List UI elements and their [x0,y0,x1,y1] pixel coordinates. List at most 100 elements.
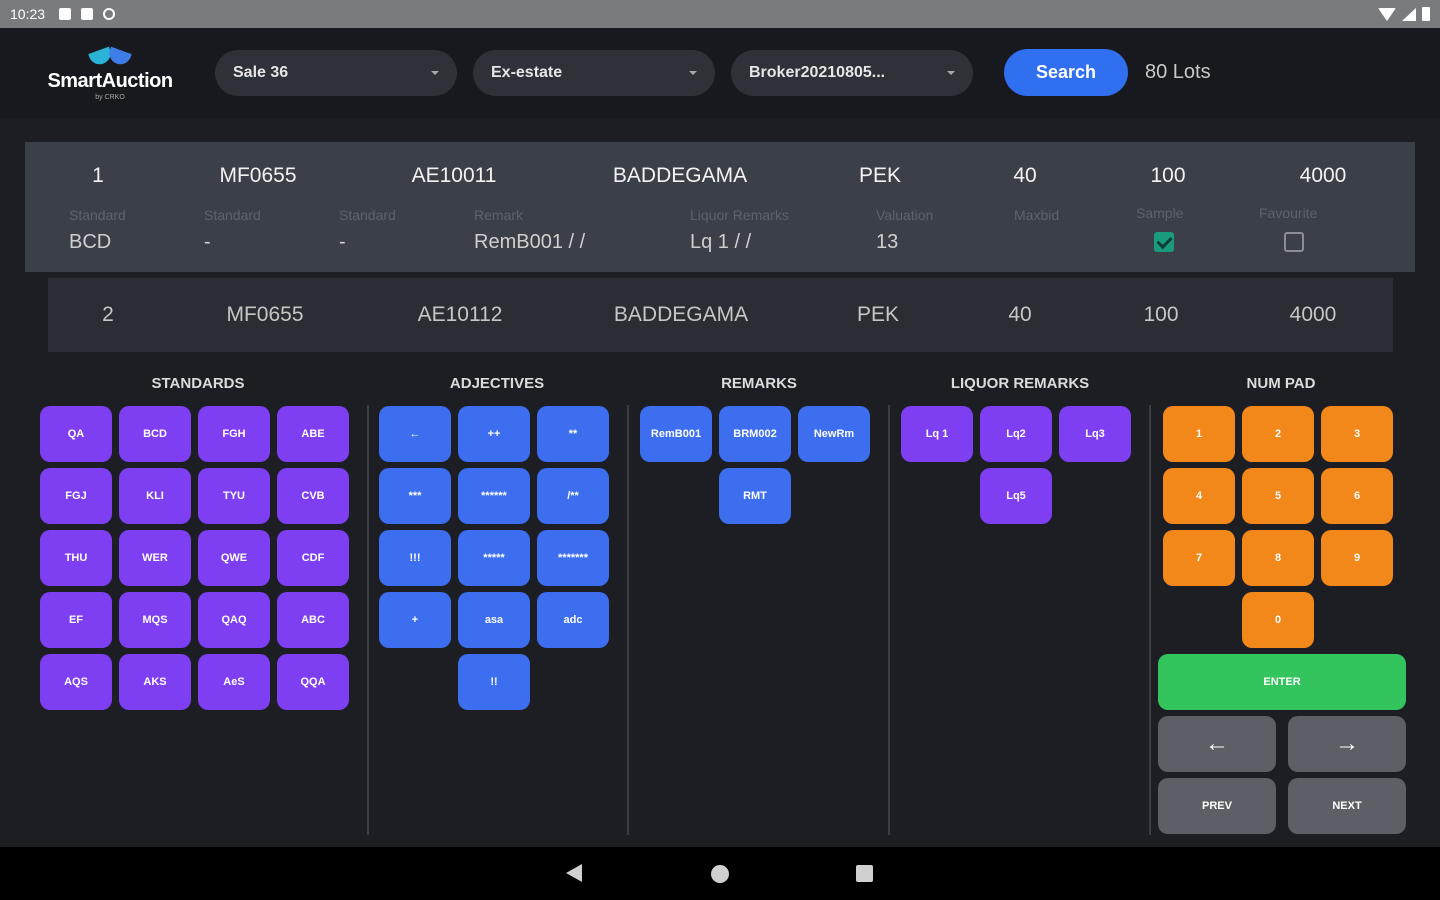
liquor-key[interactable]: Lq5 [980,468,1052,524]
adjective-key-backspace[interactable]: ← [379,406,451,462]
value-standard-3[interactable]: - [339,231,346,254]
standard-key[interactable]: ABE [277,406,349,462]
broker-select[interactable]: Broker20210805... [731,50,973,96]
wifi-icon [1378,7,1396,21]
chevron-down-icon [947,71,955,75]
battery-icon [1422,7,1430,21]
liquor-remarks-title: LIQUOR REMARKS [950,375,1090,392]
standard-key[interactable]: BCD [119,406,191,462]
logo-subtitle: by CRKO [95,93,125,101]
adjective-key[interactable]: ****** [458,468,530,524]
lot-grade: PEK [858,164,902,187]
value-valuation[interactable]: 13 [876,231,898,254]
numpad-key-3[interactable]: 3 [1321,406,1393,462]
adjective-key[interactable]: ******* [537,530,609,586]
label-maxbid: Maxbid [1014,207,1060,223]
numpad-key-8[interactable]: 8 [1242,530,1314,586]
numpad-key-5[interactable]: 5 [1242,468,1314,524]
recents-icon[interactable] [856,865,873,882]
lot-number: 1 [92,164,104,187]
remarks-title: REMARKS [721,375,797,392]
numpad-key-7[interactable]: 7 [1163,530,1235,586]
prev-button[interactable]: PREV [1158,778,1276,834]
adjective-key[interactable]: /** [537,468,609,524]
standard-key[interactable]: AQS [40,654,112,710]
lot-row-selected[interactable]: 1 MF0655 AE10011 BADDEGAMA PEK 40 100 40… [25,142,1415,272]
standard-key[interactable]: EF [40,592,112,648]
liquor-key[interactable]: Lq3 [1059,406,1131,462]
label-liquor-remarks: Liquor Remarks [690,207,789,223]
value-standard-1[interactable]: BCD [69,231,111,254]
adjective-key[interactable]: !!! [379,530,451,586]
chevron-down-icon [689,71,697,75]
estate-select[interactable]: Ex-estate [473,50,715,96]
home-icon[interactable] [711,865,729,883]
standard-key[interactable]: AeS [198,654,270,710]
standard-key[interactable]: KLI [119,468,191,524]
logo-text: SmartAuction [47,69,173,92]
standard-key[interactable]: FGH [198,406,270,462]
standard-key[interactable]: QWE [198,530,270,586]
remark-key[interactable]: RMT [719,468,791,524]
arrow-right-button[interactable]: → [1288,716,1406,772]
section-divider [1149,405,1151,835]
standard-key[interactable]: CVB [277,468,349,524]
enter-button[interactable]: ENTER [1158,654,1406,710]
next-button[interactable]: NEXT [1288,778,1406,834]
remark-key[interactable]: NewRm [798,406,870,462]
adjective-key[interactable]: adc [537,592,609,648]
standard-key[interactable]: TYU [198,468,270,524]
numpad-key-2[interactable]: 2 [1242,406,1314,462]
label-sample: Sample [1136,205,1184,221]
standard-key[interactable]: ABC [277,592,349,648]
lot-number: 2 [102,303,114,326]
adjective-key[interactable]: ** [537,406,609,462]
remark-key[interactable]: RemB001 [640,406,712,462]
numpad-key-1[interactable]: 1 [1163,406,1235,462]
liquor-key[interactable]: Lq 1 [901,406,973,462]
value-liquor-remarks[interactable]: Lq 1 / / [690,231,751,254]
lot-mark: MF0655 [219,164,297,187]
standard-key[interactable]: QAQ [198,592,270,648]
adjective-key[interactable]: *** [379,468,451,524]
standards-title: STANDARDS [151,375,245,392]
remark-key[interactable]: BRM002 [719,406,791,462]
standard-key[interactable]: CDF [277,530,349,586]
label-standard-1: Standard [69,207,126,223]
numpad-key-0[interactable]: 0 [1242,592,1314,648]
adjective-key[interactable]: ++ [458,406,530,462]
standard-key[interactable]: THU [40,530,112,586]
adjective-key[interactable]: + [379,592,451,648]
search-button[interactable]: Search [1004,49,1128,96]
liquor-key[interactable]: Lq2 [980,406,1052,462]
section-divider [627,405,629,835]
adjective-key[interactable]: asa [458,592,530,648]
favourite-checkbox[interactable] [1284,232,1304,252]
num-pad-title: NUM PAD [1246,375,1316,392]
numpad-key-9[interactable]: 9 [1321,530,1393,586]
adjective-key[interactable]: ***** [458,530,530,586]
value-remark[interactable]: RemB001 / / [474,231,585,254]
lot-bags: 40 [1008,303,1032,326]
signal-icon [1402,7,1416,21]
standard-key[interactable]: WER [119,530,191,586]
standard-key[interactable]: MQS [119,592,191,648]
standard-key[interactable]: QQA [277,654,349,710]
numpad-key-4[interactable]: 4 [1163,468,1235,524]
label-standard-3: Standard [339,207,396,223]
estate-select-value: Ex-estate [491,64,563,81]
standard-key[interactable]: AKS [119,654,191,710]
sd-card-icon [81,8,94,20]
arrow-left-button[interactable]: ← [1158,716,1276,772]
standard-key[interactable]: QA [40,406,112,462]
back-icon[interactable] [566,864,582,882]
sale-select[interactable]: Sale 36 [215,50,457,96]
numpad-key-6[interactable]: 6 [1321,468,1393,524]
value-standard-2[interactable]: - [204,231,211,254]
standard-key[interactable]: FGJ [40,468,112,524]
sample-checkbox[interactable] [1154,232,1174,252]
lot-weight: 100 [1143,303,1179,326]
adjective-key[interactable]: !! [458,654,530,710]
lot-row[interactable]: 2 MF0655 AE10112 BADDEGAMA PEK 40 100 40… [48,278,1393,352]
lot-invoice: AE10112 [417,303,503,326]
